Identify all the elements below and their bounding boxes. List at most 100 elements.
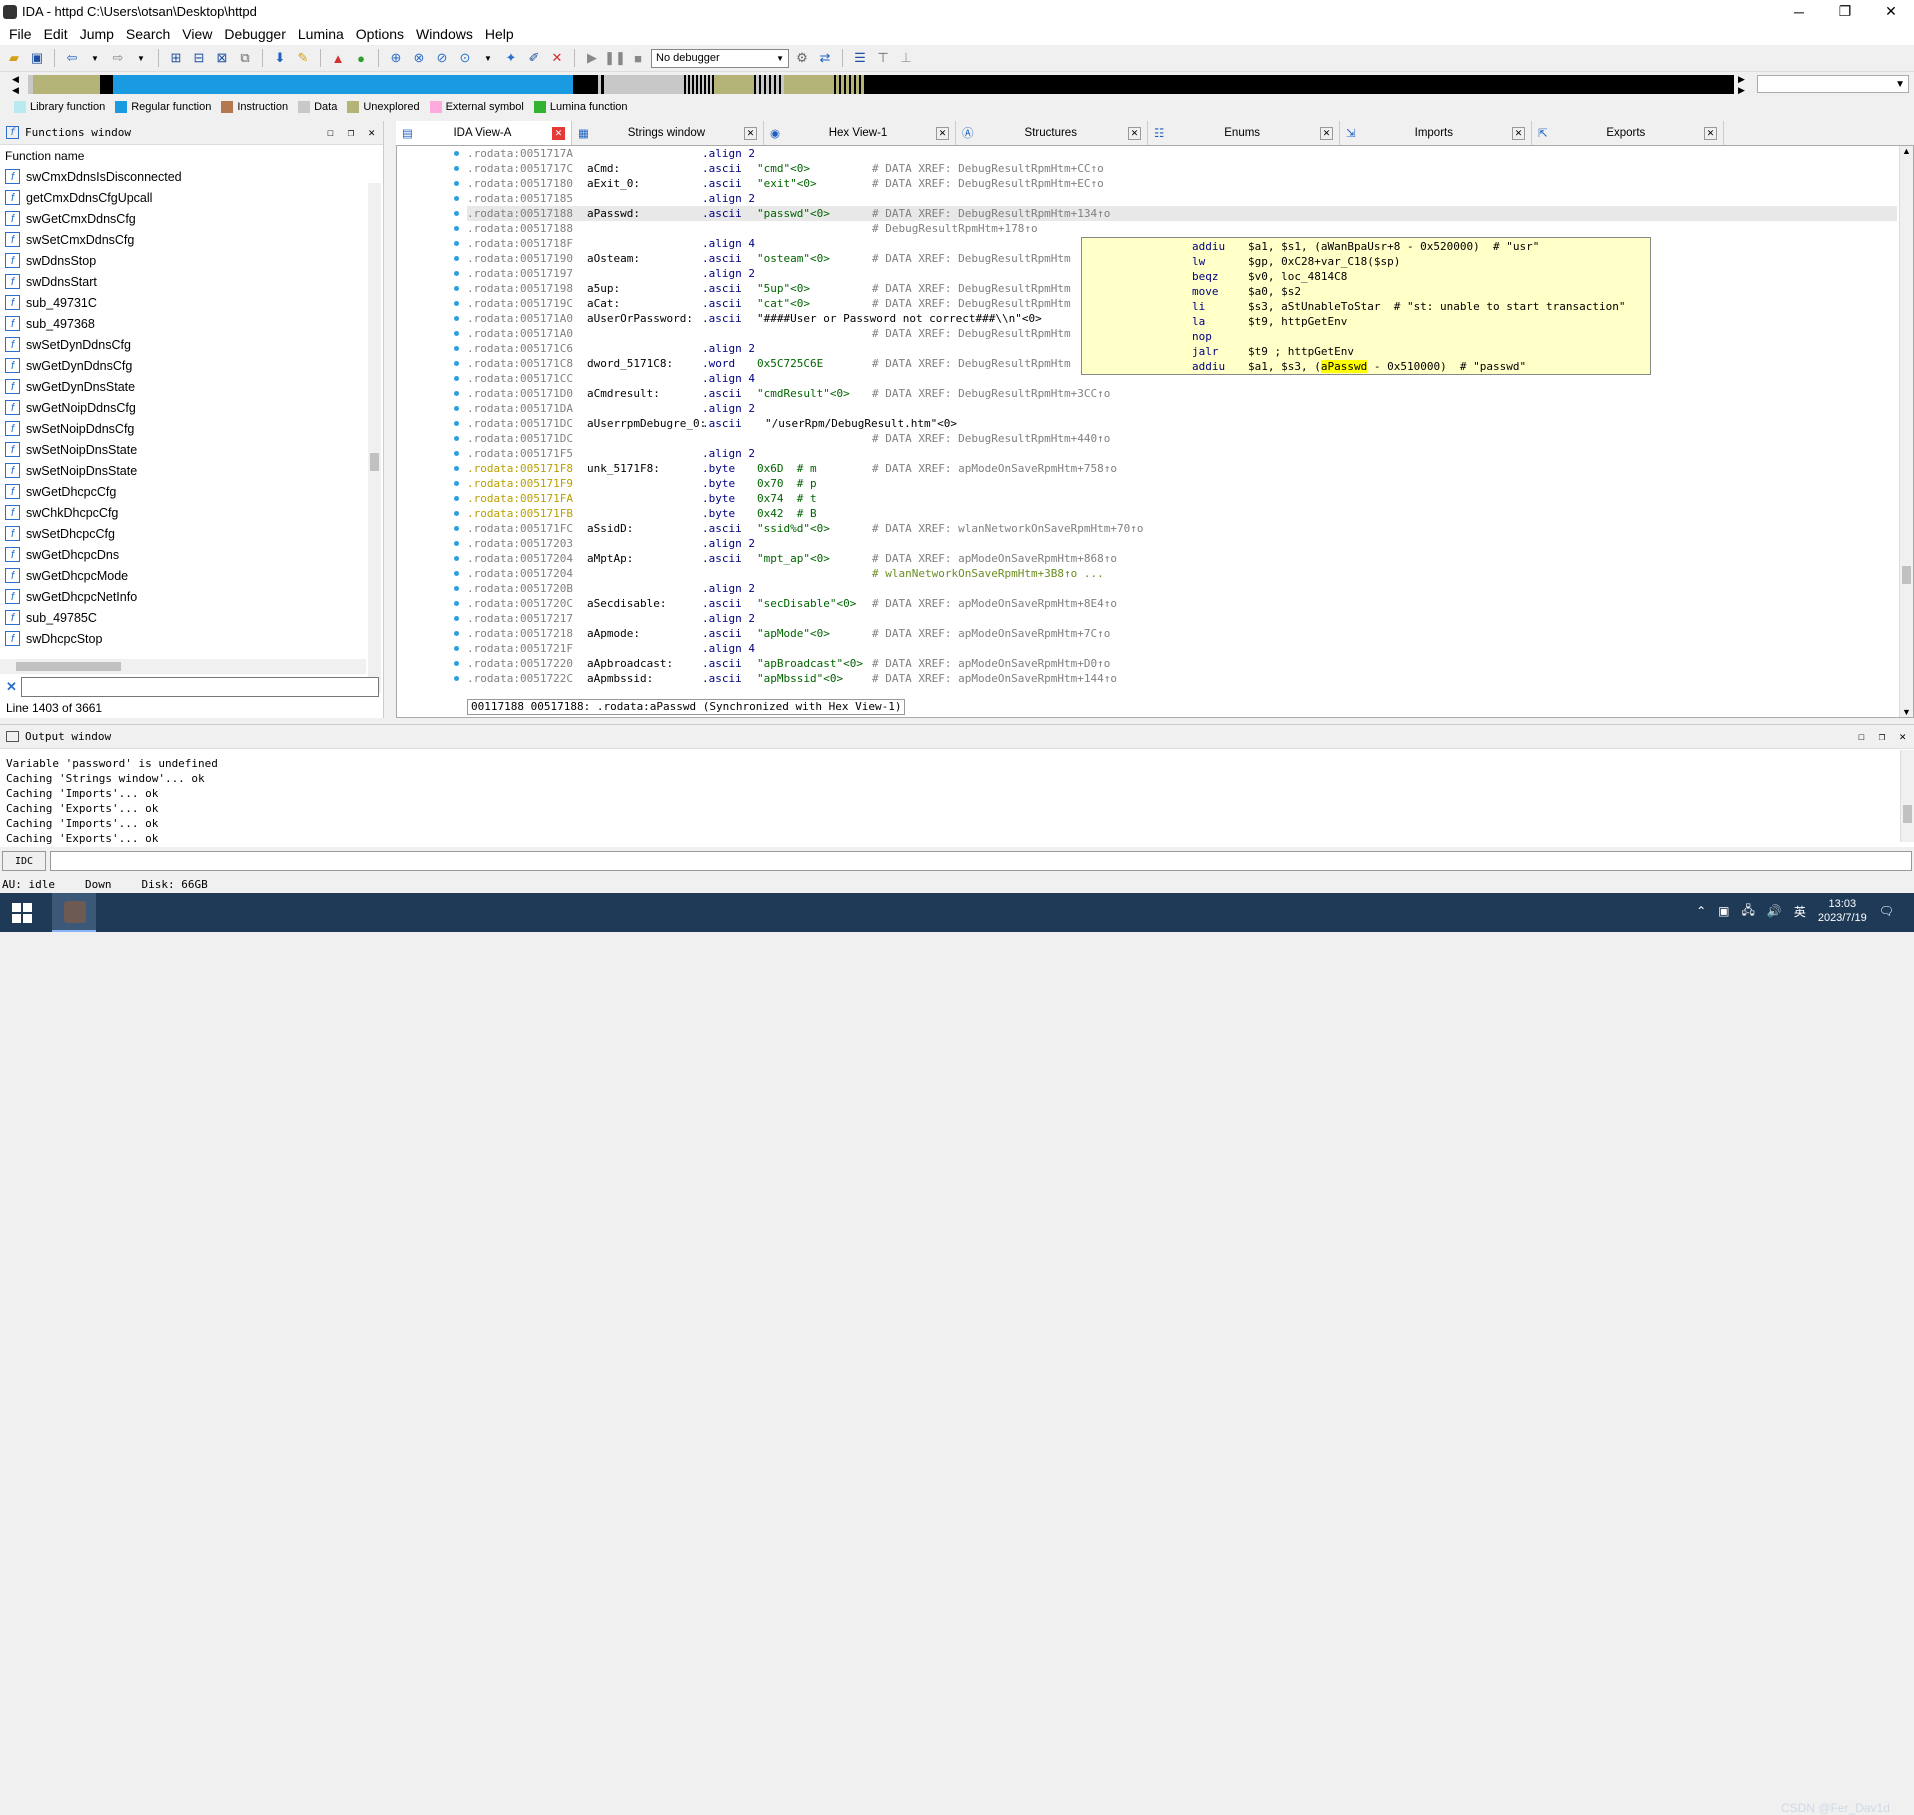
disasm-line[interactable]: .rodata:0051717C aCmd: .ascii "cmd"<0> # DAT… [467,161,1897,176]
command-input[interactable] [50,851,1912,871]
remove-breakpoint-icon[interactable]: ⊥ [896,48,916,68]
menu-edit[interactable]: Edit [38,26,74,42]
disasm-label[interactable]: aPasswd: [587,206,640,221]
disasm-xref-comment[interactable]: # DATA XREF: wlanNetworkOnSaveRpmHtm+70↑… [872,521,1144,536]
disasm-operand[interactable]: "passwd"<0> [757,206,830,221]
disasm-xref-comment[interactable]: # DATA XREF: apModeOnSaveRpmHtm+144↑o [872,671,1117,686]
disasm-label[interactable]: aExit_0: [587,176,640,191]
disasm-operand[interactable]: "secDisable"<0> [757,596,856,611]
disasm-operand[interactable]: "5up"<0> [757,281,810,296]
disasm-operand[interactable]: "apBroadcast"<0> [757,656,863,671]
clear-search-icon[interactable]: ✕ [6,679,17,695]
tray-expand-icon[interactable]: ⌃ [1696,904,1706,918]
disasm-line[interactable]: .rodata:005171F5 .align 2 [467,446,1897,461]
disasm-xref-comment[interactable]: # DATA XREF: DebugResultRpmHtm [872,296,1071,311]
disasm-xref-comment[interactable]: # DATA XREF: apModeOnSaveRpmHtm+868↑o [872,551,1117,566]
disasm-operand[interactable]: "mpt_ap"<0> [757,551,830,566]
xref-icon[interactable]: ✦ [501,48,521,68]
scrollbar-thumb[interactable] [16,662,121,671]
function-item[interactable]: f swSetDhcpcCfg [0,523,383,544]
open-file-icon[interactable]: ▰ [4,48,24,68]
jump-down-icon[interactable]: ⬇ [270,48,290,68]
code-icon[interactable]: ⊕ [386,48,406,68]
function-name-column-header[interactable]: Function name [0,145,383,166]
scrollbar-thumb[interactable] [370,453,379,471]
functions-search-input[interactable] [20,677,379,697]
function-item[interactable]: f swSetDynDdnsCfg [0,334,383,355]
disassembly-vertical-scrollbar[interactable]: ▲ ▼ [1899,146,1913,717]
tab-imports[interactable]: ⇲ Imports ✕ [1340,121,1532,145]
disasm-line[interactable]: .rodata:0051722C aApmbssid: .ascii "apMbssi… [467,671,1897,686]
disasm-xref-comment[interactable]: # DATA XREF: DebugResultRpmHtm+440↑o [872,431,1110,446]
disasm-label[interactable]: aApbroadcast: [587,656,673,671]
function-item[interactable]: f swSetCmxDdnsCfg [0,229,383,250]
function-item[interactable]: f swGetDhcpcCfg [0,481,383,502]
disasm-xref-comment[interactable]: # DATA XREF: apModeOnSaveRpmHtm+D0↑o [872,656,1110,671]
disasm-operand[interactable]: "cmd"<0> [757,161,810,176]
tab-structures[interactable]: Ⓐ Structures ✕ [956,121,1148,145]
nav-left-arrow-icon[interactable]: ◀ ◀ [12,74,19,96]
scroll-down-icon[interactable]: ▼ [1900,707,1913,717]
disasm-line[interactable]: .rodata:00517203 .align 2 [467,536,1897,551]
navigation-band[interactable] [28,75,1734,94]
text-search-icon[interactable]: ⊟ [189,48,209,68]
menu-jump[interactable]: Jump [74,26,120,42]
disasm-line[interactable]: .rodata:00517204 # wlanNetworkOnSaveRpmHt… [467,566,1897,581]
forward-dropdown-icon[interactable]: ▼ [131,48,151,68]
function-item[interactable]: f swCmxDdnsIsDisconnected [0,166,383,187]
disasm-xref-comment[interactable]: # DATA XREF: apModeOnSaveRpmHtm+8E4↑o [872,596,1117,611]
disasm-label[interactable]: unk_5171F8: [587,461,660,476]
close-tab-icon[interactable]: ✕ [552,126,565,140]
scroll-up-icon[interactable]: ▲ [1900,146,1913,156]
disasm-operand[interactable]: "osteam"<0> [757,251,830,266]
disasm-xref-comment[interactable]: # DATA XREF: DebugResultRpmHtm+EC↑o [872,176,1104,191]
volume-icon[interactable]: 🔊 [1767,904,1782,918]
nav-right-arrow-icon[interactable]: ▶ ▶ [1738,74,1745,96]
disasm-label[interactable]: a5up: [587,281,620,296]
disasm-line[interactable]: .rodata:005171FA .byte 0x74 # t [467,491,1897,506]
ime-indicator[interactable]: 英 [1794,903,1806,920]
disasm-label[interactable]: aApmode: [587,626,640,641]
function-item[interactable]: f swGetDhcpcMode [0,565,383,586]
save-icon[interactable]: ▣ [27,48,47,68]
disasm-line[interactable]: .rodata:005171DC # DATA XREF: DebugResult… [467,431,1897,446]
disasm-operand[interactable]: 0x74 # t [757,491,817,506]
menu-search[interactable]: Search [120,26,176,42]
menu-help[interactable]: Help [479,26,520,42]
menu-debugger[interactable]: Debugger [218,26,292,42]
disasm-line[interactable]: .rodata:005171FB .byte 0x42 # B [467,506,1897,521]
disasm-xref-comment[interactable]: # DATA XREF: apModeOnSaveRpmHtm+7C↑o [872,626,1110,641]
disasm-label[interactable]: aSecdisable: [587,596,666,611]
disasm-xref-comment[interactable]: # DATA XREF: DebugResultRpmHtm+134↑o [872,206,1111,221]
disasm-line[interactable]: .rodata:0051720B .align 2 [467,581,1897,596]
ida-view-a-disassembly[interactable]: .rodata:0051717A .align 2 .rodata:0051717C… [396,145,1914,718]
disasm-line[interactable]: .rodata:00517180 aExit_0: .ascii "exit"<0> #… [467,176,1897,191]
disasm-operand[interactable]: 0x5C725C6E [757,356,823,371]
float-panel-icon[interactable]: ❐ [1879,730,1886,743]
tab-hex-view-1[interactable]: ◉ Hex View-1 ✕ [764,121,956,145]
disasm-operand[interactable]: 0x6D # m [757,461,817,476]
function-item[interactable]: f swDhcpcStop [0,628,383,649]
binary-search-icon[interactable]: ⊞ [166,48,186,68]
disasm-operand[interactable]: 0x70 # p [757,476,817,491]
disasm-operand[interactable]: "ssid%d"<0> [757,521,830,536]
function-item[interactable]: f swChkDhcpcCfg [0,502,383,523]
stop-icon[interactable]: ■ [628,48,648,68]
struct-icon[interactable]: ⊙ [455,48,475,68]
data-icon[interactable]: ⊗ [409,48,429,68]
disasm-xref-comment[interactable]: # DATA XREF: DebugResultRpmHtm [872,281,1071,296]
function-item[interactable]: f swSetNoipDnsState [0,460,383,481]
add-breakpoint-icon[interactable]: ⊤ [873,48,893,68]
array-icon[interactable]: ⊘ [432,48,452,68]
close-tab-icon[interactable]: ✕ [1128,126,1141,140]
disasm-line[interactable]: .rodata:005171FC aSsidD: .ascii "ssid%d"<0>… [467,521,1897,536]
disasm-xref-comment[interactable]: # DebugResultRpmHtm+178↑o [872,221,1038,236]
idc-language-button[interactable]: IDC [2,851,46,871]
close-tab-icon[interactable]: ✕ [744,126,757,140]
disasm-label[interactable]: aUserOrPassword: [587,311,693,326]
disasm-line[interactable]: .rodata:005171DA .align 2 [467,401,1897,416]
disasm-line[interactable]: .rodata:005171F9 .byte 0x70 # p [467,476,1897,491]
function-item[interactable]: f swGetDhcpcNetInfo [0,586,383,607]
edit-function-icon[interactable]: ✐ [524,48,544,68]
function-item[interactable]: f swGetDynDnsState [0,376,383,397]
